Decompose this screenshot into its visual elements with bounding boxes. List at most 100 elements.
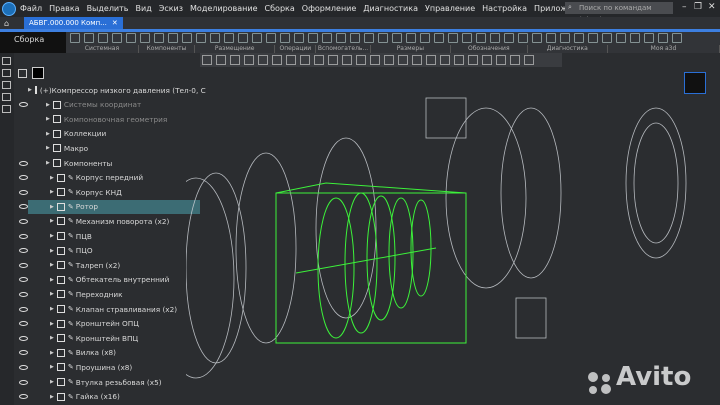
tree-item[interactable]: ▶ Компоненты — [19, 156, 200, 170]
tree-item[interactable]: ▶ ✎ Ротор — [19, 199, 200, 214]
toolbar-button-icon[interactable] — [378, 33, 388, 43]
toolbar-button-icon[interactable] — [644, 33, 654, 43]
view-button-icon[interactable] — [244, 55, 254, 65]
tree-item[interactable]: ▶ Компоновочная геометрия — [28, 112, 200, 126]
toolbar-button-icon[interactable] — [112, 33, 122, 43]
tree-item[interactable]: ▶ ✎ Кронштейн ВПЦ — [19, 331, 200, 345]
menu-item[interactable]: Выделить — [87, 4, 129, 13]
eye-icon[interactable] — [19, 364, 28, 370]
eye-icon[interactable] — [19, 335, 28, 341]
view-button-icon[interactable] — [440, 55, 450, 65]
view-button-icon[interactable] — [216, 55, 226, 65]
eye-icon[interactable] — [19, 233, 28, 239]
eye-icon[interactable] — [19, 218, 28, 224]
eye-icon[interactable] — [19, 321, 28, 327]
eye-icon[interactable] — [19, 204, 28, 210]
toolbar-button-icon[interactable] — [84, 33, 94, 43]
view-button-icon[interactable] — [230, 55, 240, 65]
tree-item[interactable]: ▶ ✎ Механизм поворота (x2) — [19, 214, 200, 228]
toolbar-button-icon[interactable] — [672, 33, 682, 43]
eye-icon[interactable] — [19, 394, 28, 400]
toolbar-button-icon[interactable] — [238, 33, 248, 43]
tree-item[interactable]: ▶ Системы координат — [19, 98, 200, 112]
view-button-icon[interactable] — [412, 55, 422, 65]
menu-item[interactable]: Правка — [49, 4, 79, 13]
expand-arrow-icon[interactable]: ▶ — [46, 102, 50, 108]
toolbar-button-icon[interactable] — [210, 33, 220, 43]
expand-arrow-icon[interactable]: ▶ — [50, 233, 54, 239]
view-button-icon[interactable] — [300, 55, 310, 65]
view-button-icon[interactable] — [328, 55, 338, 65]
mode-selector[interactable]: Сборка — [0, 32, 66, 53]
toolbar-button-icon[interactable] — [406, 33, 416, 43]
tree-item[interactable]: ▶ ✎ Втулка резьбовая (x5) — [19, 375, 200, 389]
variables-icon[interactable] — [2, 81, 11, 89]
close-tab-icon[interactable]: ✕ — [112, 19, 118, 27]
eye-icon[interactable] — [19, 291, 28, 297]
toolbar-button-icon[interactable] — [574, 33, 584, 43]
toolbar-button-icon[interactable] — [98, 33, 108, 43]
tree-item[interactable]: ▶ Макро — [28, 141, 200, 155]
expand-arrow-icon[interactable]: ▶ — [50, 350, 54, 356]
view-button-icon[interactable] — [426, 55, 436, 65]
expand-arrow-icon[interactable]: ▶ — [50, 248, 54, 254]
structure-icon[interactable] — [2, 105, 11, 113]
tree-item[interactable]: ▶ ✎ Корпус передний — [19, 171, 200, 185]
eye-icon[interactable] — [19, 350, 28, 356]
expand-arrow-icon[interactable]: ▶ — [28, 87, 32, 93]
expand-arrow-icon[interactable]: ▶ — [50, 321, 54, 327]
command-search-input[interactable]: Поиск по командам (Alt+/) — [565, 1, 673, 24]
tree-item[interactable]: ▶ ✎ Гайка (x16) — [19, 390, 200, 404]
toolbar-button-icon[interactable] — [70, 33, 80, 43]
toolbar-button-icon[interactable] — [182, 33, 192, 43]
toolbar-button-icon[interactable] — [294, 33, 304, 43]
tree-item[interactable]: ▶ ✎ Обтекатель внутренний — [19, 273, 200, 287]
toolbar-button-icon[interactable] — [364, 33, 374, 43]
tree-item[interactable]: ▶ ✎ Талреп (x2) — [19, 258, 200, 272]
tree-item[interactable]: ▶ ✎ ПЦО — [19, 244, 200, 258]
view-button-icon[interactable] — [468, 55, 478, 65]
view-button-icon[interactable] — [482, 55, 492, 65]
expand-arrow-icon[interactable]: ▶ — [50, 379, 54, 385]
view-button-icon[interactable] — [314, 55, 324, 65]
view-button-icon[interactable] — [202, 55, 212, 65]
toolbar-button-icon[interactable] — [252, 33, 262, 43]
toolbar-button-icon[interactable] — [546, 33, 556, 43]
toolbar-button-icon[interactable] — [616, 33, 626, 43]
toolbar-button-icon[interactable] — [168, 33, 178, 43]
eye-icon[interactable] — [19, 189, 28, 195]
menu-item[interactable]: Эскиз — [159, 4, 183, 13]
tree-item[interactable]: ▶ ✎ Вилка (x8) — [19, 346, 200, 360]
expand-arrow-icon[interactable]: ▶ — [50, 189, 54, 195]
tree-item[interactable]: ▶ ✎ Кронштейн ОПЦ — [19, 317, 200, 331]
restore-button[interactable]: ❐ — [694, 2, 702, 12]
eye-icon[interactable] — [19, 175, 28, 181]
tree-item[interactable]: ▶ ✎ Корпус КНД — [19, 185, 200, 199]
expand-arrow-icon[interactable]: ▶ — [50, 204, 54, 210]
tree-item[interactable]: ▶ ✎ Проушина (x8) — [19, 360, 200, 374]
toolbar-button-icon[interactable] — [336, 33, 346, 43]
expand-arrow-icon[interactable]: ▶ — [50, 175, 54, 181]
view-button-icon[interactable] — [524, 55, 534, 65]
menu-item[interactable]: Вид — [136, 4, 152, 13]
toolbar-button-icon[interactable] — [602, 33, 612, 43]
tree-item[interactable]: ▶ Коллекции — [28, 127, 200, 141]
expand-arrow-icon[interactable]: ▶ — [50, 291, 54, 297]
eye-icon[interactable] — [19, 248, 28, 254]
view-button-icon[interactable] — [356, 55, 366, 65]
expand-arrow-icon[interactable]: ▶ — [46, 160, 50, 166]
eye-icon[interactable] — [19, 379, 28, 385]
expand-arrow-icon[interactable]: ▶ — [50, 364, 54, 370]
view-button-icon[interactable] — [398, 55, 408, 65]
toolbar-button-icon[interactable] — [224, 33, 234, 43]
expand-arrow-icon[interactable]: ▶ — [50, 306, 54, 312]
eye-icon[interactable] — [19, 160, 28, 166]
view-button-icon[interactable] — [342, 55, 352, 65]
toolbar-button-icon[interactable] — [154, 33, 164, 43]
toolbar-button-icon[interactable] — [350, 33, 360, 43]
toolbar-button-icon[interactable] — [560, 33, 570, 43]
toolbar-button-icon[interactable] — [266, 33, 276, 43]
toolbar-button-icon[interactable] — [476, 33, 486, 43]
toolbar-button-icon[interactable] — [490, 33, 500, 43]
tree-item[interactable]: ▶ ✎ ПЦВ — [19, 229, 200, 243]
